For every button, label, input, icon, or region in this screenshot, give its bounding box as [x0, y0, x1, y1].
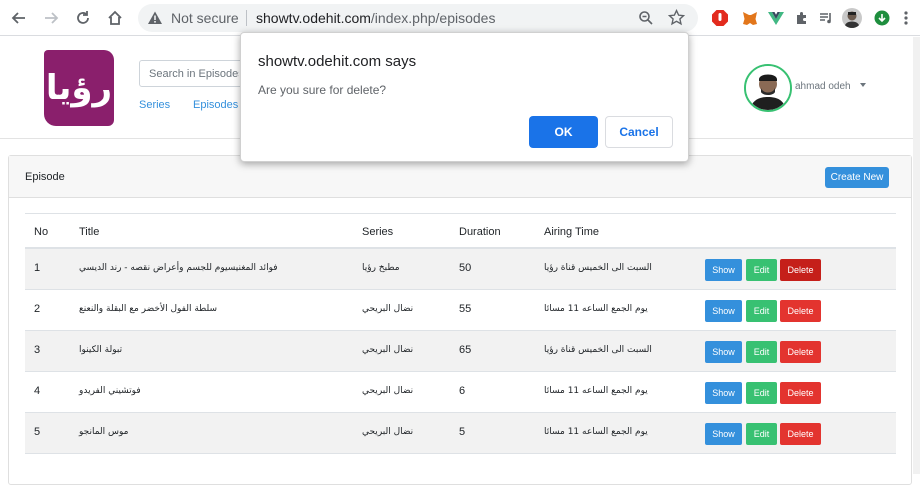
- warning-icon[interactable]: [147, 10, 163, 31]
- update-icon[interactable]: [872, 8, 892, 28]
- cell-no: 1: [34, 262, 41, 274]
- delete-button[interactable]: Delete: [780, 341, 821, 363]
- cell-duration: 6: [459, 385, 466, 397]
- cell-airing-time: يوم الجمع الساعه 11 مسائا: [544, 304, 648, 314]
- episodes-card: Episode Create New No Title Series Durat…: [8, 155, 912, 485]
- cell-title: سلطة الفول الأخضر مع البقلة والنعنع: [79, 304, 218, 314]
- cell-duration: 50: [459, 262, 472, 274]
- nav-link-episodes[interactable]: Episodes: [193, 99, 238, 111]
- edit-button[interactable]: Edit: [746, 341, 777, 363]
- edit-button[interactable]: Edit: [746, 423, 777, 445]
- cell-title: فوائد المغنيسيوم للجسم وأعراض نقصه - رند…: [79, 263, 278, 273]
- column-header-duration: Duration: [459, 226, 501, 238]
- cell-duration: 65: [459, 344, 472, 356]
- cell-series: نضال البريحي: [362, 304, 414, 314]
- cell-series: نضال البريحي: [362, 386, 414, 396]
- divider: [246, 10, 247, 26]
- cancel-button[interactable]: Cancel: [605, 116, 673, 148]
- delete-button[interactable]: Delete: [780, 300, 821, 322]
- cell-airing-time: السبت الى الخميس قناة رؤيا: [544, 263, 652, 273]
- cell-no: 3: [34, 344, 41, 356]
- browser-toolbar: Not secure showtv.odehit.com/index.php/e…: [0, 0, 920, 36]
- column-header-airing-time: Airing Time: [544, 226, 600, 238]
- profile-avatar-icon[interactable]: [842, 8, 862, 28]
- chevron-down-icon[interactable]: [860, 83, 866, 87]
- cell-series: مطبخ رؤيا: [362, 263, 400, 273]
- table-header: No Title Series Duration Airing Time: [25, 213, 896, 249]
- delete-button[interactable]: Delete: [780, 423, 821, 445]
- show-button[interactable]: Show: [705, 341, 742, 363]
- delete-button[interactable]: Delete: [780, 382, 821, 404]
- brand-logo[interactable]: رؤيا: [44, 50, 114, 126]
- edit-button[interactable]: Edit: [746, 382, 777, 404]
- search-input[interactable]: [139, 60, 249, 87]
- show-button[interactable]: Show: [705, 423, 742, 445]
- cell-title: فوتشيني الفريدو: [79, 386, 141, 396]
- cell-duration: 5: [459, 426, 466, 438]
- show-button[interactable]: Show: [705, 259, 742, 281]
- delete-button[interactable]: Delete: [780, 259, 821, 281]
- cell-series: نضال البريحي: [362, 427, 414, 437]
- card-header: Episode Create New: [9, 156, 911, 198]
- extensions-puzzle-icon[interactable]: [792, 8, 812, 28]
- show-button[interactable]: Show: [705, 300, 742, 322]
- home-icon[interactable]: [104, 7, 126, 29]
- table-row: 1 فوائد المغنيسيوم للجسم وأعراض نقصه - ر…: [25, 249, 896, 290]
- cell-airing-time: يوم الجمع الساعه 11 مسائا: [544, 386, 648, 396]
- cell-series: نضال البريحي: [362, 345, 414, 355]
- cell-airing-time: السبت الى الخميس قناة رؤيا: [544, 345, 652, 355]
- cell-duration: 55: [459, 303, 472, 315]
- cell-title: موس المانجو: [79, 427, 129, 437]
- not-secure-label: Not secure: [171, 10, 239, 26]
- cell-title: تبولة الكينوا: [79, 345, 123, 355]
- dialog-title: showtv.odehit.com says: [258, 53, 417, 70]
- adblock-extension-icon[interactable]: [710, 8, 730, 28]
- card-title: Episode: [25, 171, 65, 183]
- zoom-icon[interactable]: [638, 10, 654, 31]
- browser-menu-icon[interactable]: [896, 8, 916, 28]
- ok-button[interactable]: OK: [529, 116, 598, 148]
- cell-no: 4: [34, 385, 41, 397]
- url-text[interactable]: showtv.odehit.com/index.php/episodes: [256, 10, 495, 26]
- bookmark-star-icon[interactable]: [667, 8, 686, 31]
- cell-no: 2: [34, 303, 41, 315]
- address-bar[interactable]: Not secure showtv.odehit.com/index.php/e…: [138, 4, 698, 32]
- confirm-dialog: showtv.odehit.com says Are you sure for …: [240, 32, 689, 162]
- cell-airing-time: يوم الجمع الساعه 11 مسائا: [544, 427, 648, 437]
- cell-no: 5: [34, 426, 41, 438]
- dialog-message: Are you sure for delete?: [258, 83, 387, 97]
- show-button[interactable]: Show: [705, 382, 742, 404]
- nav-link-series[interactable]: Series: [139, 99, 170, 111]
- edit-button[interactable]: Edit: [746, 259, 777, 281]
- url-host: showtv.odehit.com: [256, 10, 371, 26]
- column-header-series: Series: [362, 226, 394, 238]
- edit-button[interactable]: Edit: [746, 300, 777, 322]
- page-scrollbar[interactable]: [913, 37, 920, 474]
- table-row: 2 سلطة الفول الأخضر مع البقلة والنعنع نض…: [25, 290, 896, 331]
- forward-icon[interactable]: [40, 7, 62, 29]
- column-header-no: No: [34, 226, 49, 238]
- table-row: 4 فوتشيني الفريدو نضال البريحي 6 يوم الج…: [25, 372, 896, 413]
- url-path: /index.php/episodes: [370, 10, 496, 26]
- user-name[interactable]: ahmad odeh: [795, 81, 851, 92]
- user-avatar[interactable]: [744, 64, 792, 112]
- table-row: 3 تبولة الكينوا نضال البريحي 65 السبت ال…: [25, 331, 896, 372]
- logo-text: رؤيا: [45, 68, 113, 108]
- reload-icon[interactable]: [72, 7, 94, 29]
- metamask-extension-icon[interactable]: [740, 8, 760, 28]
- media-controls-icon[interactable]: [816, 8, 836, 28]
- column-header-title: Title: [79, 226, 100, 238]
- vue-devtools-icon[interactable]: [766, 8, 786, 28]
- table-row: 5 موس المانجو نضال البريحي 5 يوم الجمع ا…: [25, 413, 896, 454]
- create-new-button[interactable]: Create New: [825, 167, 889, 188]
- back-icon[interactable]: [8, 7, 30, 29]
